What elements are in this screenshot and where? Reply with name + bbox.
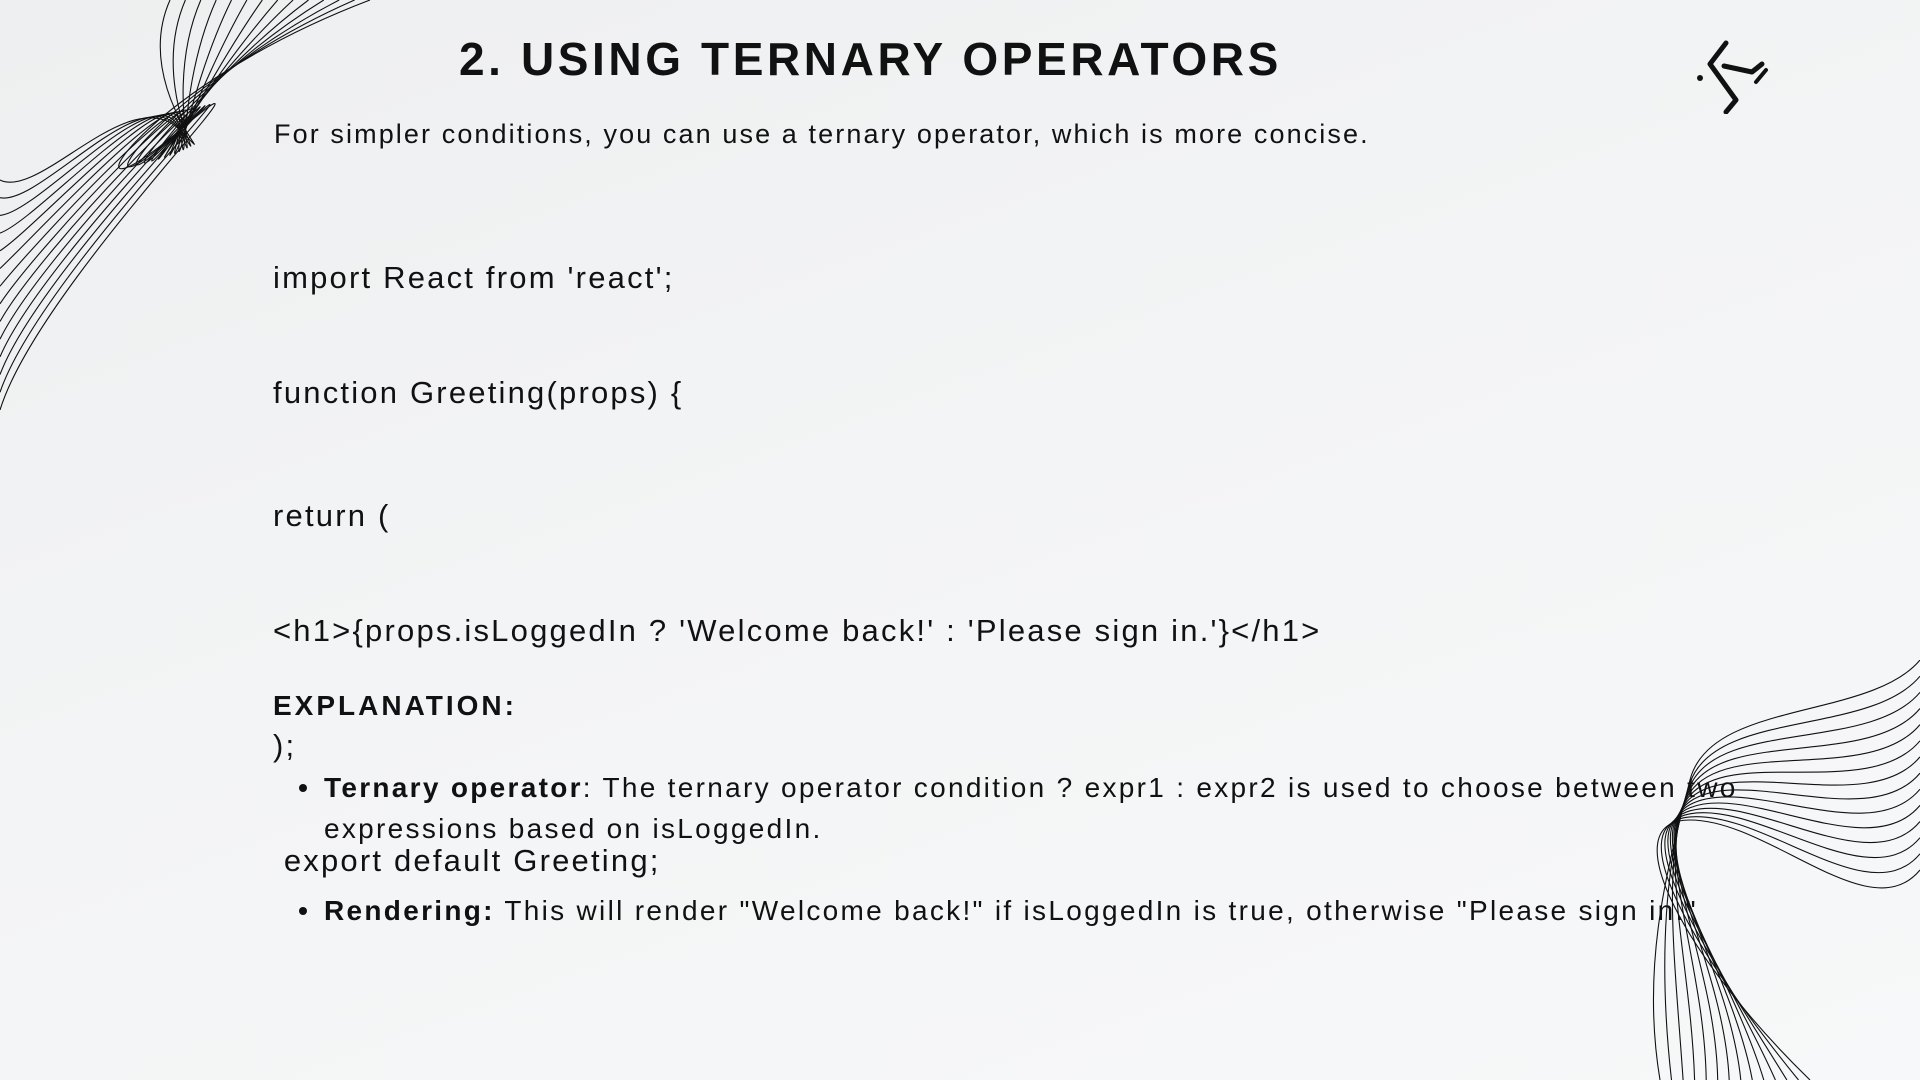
explanation-list: Ternary operator: The ternary operator c…	[273, 767, 1873, 972]
bullet-icon	[299, 784, 307, 792]
explanation-item-ternary: Ternary operator: The ternary operator c…	[273, 767, 1873, 849]
wave-line	[0, 0, 217, 234]
brand-logo-icon	[1697, 40, 1768, 114]
slide-title: 2. USING TERNARY OPERATORS	[459, 33, 1282, 85]
wave-line	[0, 0, 192, 199]
wave-line	[0, 0, 248, 269]
code-line-return: return (	[273, 498, 391, 533]
intro-text: For simpler conditions, you can use a te…	[274, 119, 1370, 149]
wave-line	[0, 0, 202, 216]
explanation-heading: EXPLANATION:	[273, 690, 517, 721]
bullet-term: Ternary operator	[324, 772, 583, 803]
bullet-term: Rendering:	[324, 895, 495, 926]
wave-line	[0, 0, 279, 305]
code-line-function: function Greeting(props) {	[273, 375, 684, 410]
explanation-item-rendering: Rendering: This will render "Welcome bac…	[273, 890, 1873, 931]
wave-line	[0, 0, 263, 287]
bullet-icon	[299, 907, 307, 915]
code-line-jsx: <h1>{props.isLoggedIn ? 'Welcome back!' …	[273, 613, 1322, 648]
bullet-text: This will render "Welcome back!" if isLo…	[494, 895, 1698, 926]
code-line-close: );	[273, 728, 297, 763]
wave-line	[0, 0, 195, 183]
wave-line	[0, 0, 309, 340]
wave-line	[0, 0, 294, 322]
code-line-import: import React from 'react';	[273, 260, 675, 295]
wave-line	[0, 0, 232, 252]
